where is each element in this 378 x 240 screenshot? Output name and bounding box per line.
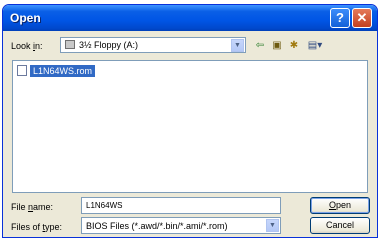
- back-icon[interactable]: ⇦: [253, 39, 267, 53]
- views-menu-icon[interactable]: ▤▾: [304, 39, 326, 53]
- file-type-value: BIOS Files (*.awd/*.bin/*.ami/*.rom): [86, 221, 228, 231]
- chevron-down-icon[interactable]: ▼: [231, 39, 244, 52]
- file-icon: [17, 65, 27, 76]
- file-type-label: Files of type:: [11, 222, 63, 232]
- help-button[interactable]: ?: [330, 8, 350, 28]
- cancel-button[interactable]: Cancel: [310, 217, 370, 234]
- file-list[interactable]: L1N64WS.rom: [12, 60, 368, 193]
- file-name-value: L1N64WS: [86, 201, 123, 210]
- title-bar[interactable]: Open ? ✕: [3, 5, 377, 31]
- list-item[interactable]: L1N64WS.rom: [17, 64, 96, 77]
- file-type-dropdown[interactable]: BIOS Files (*.awd/*.bin/*.ami/*.rom) ▼: [81, 217, 281, 234]
- look-in-value: 3½ Floppy (A:): [79, 40, 139, 50]
- open-dialog: Open ? ✕ Look in: 3½ Floppy (A:) ▼ ⇦ ▣ ✱…: [2, 4, 378, 238]
- close-button[interactable]: ✕: [352, 8, 372, 28]
- file-name: L1N64WS.rom: [30, 64, 96, 77]
- open-button[interactable]: Open: [310, 197, 370, 214]
- look-in-dropdown[interactable]: 3½ Floppy (A:) ▼: [60, 37, 246, 53]
- chevron-down-icon[interactable]: ▼: [266, 219, 279, 232]
- file-name-field[interactable]: L1N64WS: [81, 197, 281, 214]
- floppy-drive-icon: [65, 40, 75, 49]
- new-folder-icon[interactable]: ✱: [287, 39, 301, 53]
- dialog-title: Open: [10, 11, 41, 25]
- look-in-label: Look in:: [11, 41, 43, 51]
- file-name-label: File name:: [11, 202, 54, 212]
- up-folder-icon[interactable]: ▣: [270, 39, 284, 53]
